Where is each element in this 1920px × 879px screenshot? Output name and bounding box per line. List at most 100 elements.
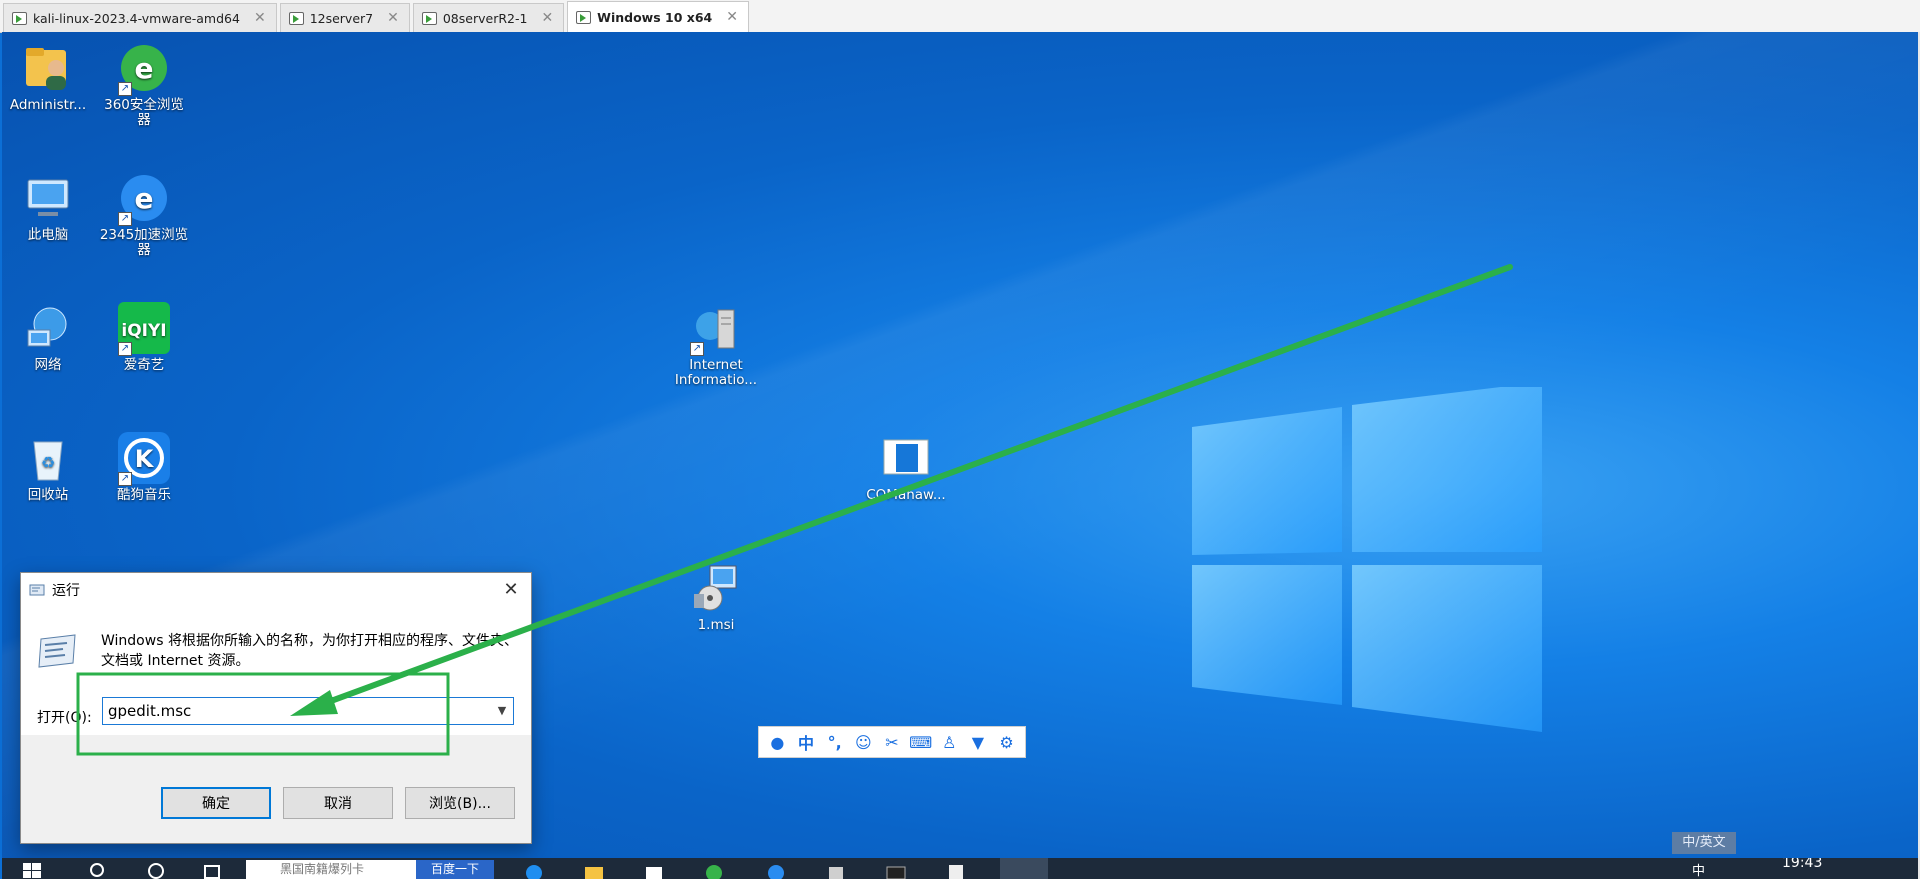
- skin-shirt-icon[interactable]: ▼: [967, 731, 989, 753]
- close-icon[interactable]: ✕: [254, 10, 266, 26]
- cmd-icon[interactable]: [884, 861, 908, 879]
- ime-toolbar[interactable]: ● 中 °, ☺ ✂ ⌨ ♙ ▼ ⚙: [758, 726, 1026, 758]
- server-manager-icon[interactable]: [824, 861, 848, 879]
- 360-browser-taskbar-icon[interactable]: [702, 861, 726, 879]
- person-icon[interactable]: ♙: [938, 731, 960, 753]
- run-taskbar-item[interactable]: [1000, 858, 1048, 879]
- keyboard-icon[interactable]: ⌨: [909, 731, 932, 753]
- desktop-icon-label: 网络: [34, 357, 62, 373]
- kugou-icon: K ↗: [116, 430, 172, 486]
- svg-text:e: e: [135, 52, 154, 85]
- msi-installer-icon: [688, 560, 744, 616]
- shortcut-arrow-icon: ↗: [118, 212, 132, 226]
- vm-tab-label: kali-linux-2023.4-vmware-amd64: [33, 10, 240, 26]
- vm-icon: [288, 11, 304, 25]
- vm-icon: [421, 11, 437, 25]
- recycle-bin-icon: ♻: [20, 430, 76, 486]
- language-indicator[interactable]: 中/英文: [1672, 832, 1736, 854]
- vm-tab-label: 12server7: [309, 10, 374, 26]
- windows-logo-wallpaper: [1192, 387, 1542, 732]
- shortcut-arrow-icon: ↗: [118, 472, 132, 486]
- taskbar-ime-indicator[interactable]: 中: [1692, 860, 1705, 879]
- desktop-icon-comahawk[interactable]: COMahaw...: [860, 430, 952, 503]
- windows-start-icon[interactable]: [20, 861, 44, 879]
- browse-button[interactable]: 浏览(B)...: [405, 787, 515, 819]
- taskbar-clock[interactable]: 19:43: [1782, 858, 1822, 871]
- task-view-icon[interactable]: [200, 861, 224, 879]
- desktop-icon-label: COMahaw...: [866, 487, 946, 503]
- file-explorer-icon[interactable]: [582, 861, 606, 879]
- desktop-icon-network[interactable]: 网络: [2, 300, 94, 373]
- desktop-icon-label: 360安全浏览器: [104, 97, 184, 128]
- vm-icon: [12, 11, 27, 25]
- network-icon: [20, 300, 76, 356]
- desktop-icon-label: 2345加速浏览器: [99, 227, 189, 258]
- chevron-down-icon[interactable]: ▼: [492, 697, 512, 725]
- 360-browser-icon: e ↗: [116, 40, 172, 96]
- emoji-icon[interactable]: ☺: [852, 731, 874, 753]
- vm-icon: [576, 10, 592, 24]
- run-dialog-titlebar[interactable]: 运行: [21, 573, 531, 607]
- gear-icon[interactable]: ⚙: [996, 731, 1018, 753]
- taskbar-search-button[interactable]: 百度一下: [416, 860, 494, 879]
- vm-tab-08serverr2[interactable]: 08serverR2-1 ✕: [412, 3, 565, 32]
- close-icon[interactable]: ✕: [499, 579, 523, 601]
- edge-icon[interactable]: [522, 861, 546, 879]
- vm-tab-kali[interactable]: kali-linux-2023.4-vmware-amd64 ✕: [3, 3, 277, 32]
- desktop-icon-iqiyi[interactable]: iQIYI ↗ 爱奇艺: [98, 300, 190, 373]
- run-dialog-title: 运行: [52, 583, 80, 599]
- user-icon[interactable]: ●: [766, 731, 788, 753]
- desktop-icon-2345-browser[interactable]: e ↗ 2345加速浏览器: [98, 170, 190, 258]
- shortcut-arrow-icon: ↗: [690, 342, 704, 356]
- vm-tab-label: Windows 10 x64: [597, 9, 713, 25]
- taskbar: 黑国南籍爆列卡 百度一下 中 19:43: [2, 858, 1918, 879]
- store-icon[interactable]: [642, 861, 666, 879]
- punctuation-icon[interactable]: °,: [824, 731, 846, 753]
- taskbar-search-input[interactable]: 黑国南籍爆列卡: [246, 860, 416, 879]
- notepad-icon[interactable]: [944, 861, 968, 879]
- ok-button[interactable]: 确定: [161, 787, 271, 819]
- svg-text:iQIYI: iQIYI: [121, 321, 166, 341]
- 2345-browser-icon: e ↗: [116, 170, 172, 226]
- desktop-icon-360-browser[interactable]: e ↗ 360安全浏览器: [98, 40, 190, 128]
- desktop-icon-label: 爱奇艺: [123, 357, 165, 373]
- iis-icon: ↗: [688, 300, 744, 356]
- close-icon[interactable]: ✕: [387, 10, 399, 26]
- desktop-icon-this-pc[interactable]: 此电脑: [2, 170, 94, 243]
- vm-tab-windows10[interactable]: Windows 10 x64 ✕: [567, 1, 749, 32]
- desktop-icon-iis[interactable]: ↗ Internet Informatio...: [670, 300, 762, 388]
- svg-text:e: e: [135, 182, 154, 215]
- desktop-icon-label: 酷狗音乐: [117, 487, 171, 503]
- ime-mode-toggle[interactable]: 中: [795, 731, 817, 753]
- close-icon[interactable]: ✕: [541, 10, 553, 26]
- run-dialog: 运行 ✕ Windows 将根据你所输入的名称，为你打开相应的程序、文件夹、文档…: [20, 572, 532, 844]
- document-icon: [878, 430, 934, 486]
- cancel-button[interactable]: 取消: [283, 787, 393, 819]
- close-icon[interactable]: ✕: [726, 9, 738, 25]
- desktop-icon-recycle-bin[interactable]: ♻ 回收站: [2, 430, 94, 503]
- desktop-icon-1-msi[interactable]: 1.msi: [670, 560, 762, 633]
- vm-tab-label: 08serverR2-1: [442, 10, 528, 26]
- shortcut-arrow-icon: ↗: [118, 342, 132, 356]
- iqiyi-icon: iQIYI ↗: [116, 300, 172, 356]
- cortana-icon[interactable]: [144, 861, 168, 879]
- vm-tab-bar: kali-linux-2023.4-vmware-amd64 ✕ 12serve…: [0, 0, 1920, 33]
- 2345-browser-taskbar-icon[interactable]: [764, 861, 788, 879]
- desktop-icon-kugou[interactable]: K ↗ 酷狗音乐: [98, 430, 190, 503]
- svg-text:K: K: [135, 445, 155, 473]
- open-label: 打开(O):: [37, 710, 92, 726]
- desktop-icon-label: Administr...: [9, 97, 87, 113]
- scissors-icon[interactable]: ✂: [881, 731, 903, 753]
- desktop-icon-label: 回收站: [27, 487, 69, 503]
- run-program-icon: [38, 634, 76, 668]
- search-icon[interactable]: [86, 861, 110, 879]
- desktop-icon-administrator[interactable]: Administr...: [2, 40, 94, 113]
- computer-icon: [20, 170, 76, 226]
- run-icon: [29, 584, 45, 596]
- shortcut-arrow-icon: ↗: [118, 82, 132, 96]
- svg-text:♻: ♻: [41, 453, 55, 472]
- run-command-input[interactable]: [102, 697, 514, 725]
- vm-tab-12server7[interactable]: 12server7 ✕: [279, 3, 410, 32]
- desktop-icon-label: 1.msi: [697, 617, 735, 633]
- desktop-icon-label: Internet Informatio...: [674, 357, 758, 388]
